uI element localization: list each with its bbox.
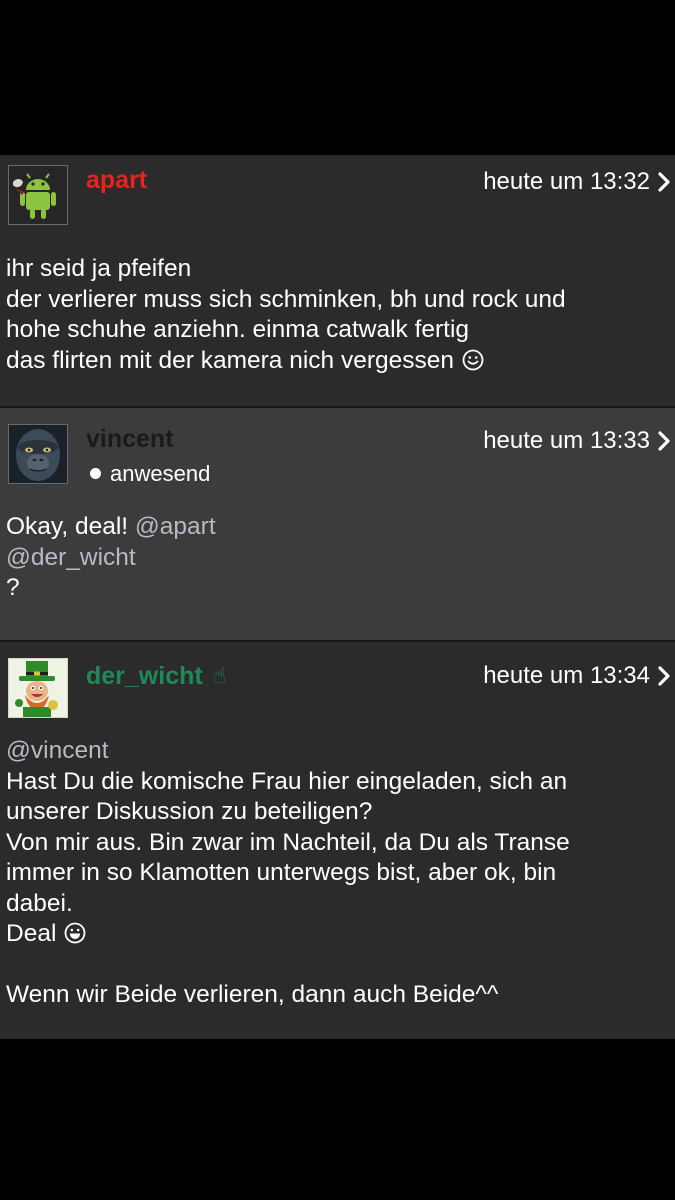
- status-label: anwesend: [110, 461, 211, 486]
- smiley-icon: [462, 349, 484, 371]
- comment-feed: apart heute um 13:32 ihr seid ja pfeifen…: [0, 155, 675, 1039]
- post-text-line: Okay, deal! @apart: [6, 512, 665, 543]
- post-text-line: @vincent: [6, 736, 665, 767]
- screen: apart heute um 13:32 ihr seid ja pfeifen…: [0, 0, 675, 1200]
- post-timestamp: heute um 13:33: [483, 427, 650, 454]
- mention-link[interactable]: @apart: [135, 513, 216, 540]
- avatar[interactable]: [8, 165, 68, 225]
- post-text-line: ihr seid ja pfeifen: [6, 255, 192, 282]
- post-text-line: Hast Du die komische Frau hier eingelade…: [6, 767, 568, 795]
- post-text: Deal: [6, 920, 57, 947]
- ape-face-icon: [9, 425, 67, 483]
- avatar[interactable]: [8, 424, 68, 484]
- post-body: @vincent Hast Du die komische Frau hier …: [6, 736, 665, 1011]
- comment-post: apart heute um 13:32 ihr seid ja pfeifen…: [0, 155, 675, 408]
- mention-link[interactable]: @der_wicht: [6, 544, 136, 571]
- post-timestamp: heute um 13:34: [483, 662, 650, 689]
- post-text-line: unserer Diskussion zu beteiligen?: [6, 798, 373, 825]
- post-text-line: Wenn wir Beide verlieren, dann auch Beid…: [6, 981, 499, 1008]
- post-timestamp: heute um 13:32: [483, 168, 650, 195]
- android-robot-icon: [9, 166, 67, 224]
- post-text: das flirten mit der kamera nich vergesse…: [6, 346, 454, 374]
- username[interactable]: apart: [86, 165, 147, 195]
- grin-icon: [64, 922, 86, 944]
- post-text-line-with-emoji: Deal: [6, 919, 665, 950]
- username[interactable]: vincent: [86, 424, 174, 454]
- post-text-line: ?: [6, 574, 20, 601]
- hand-icon: ☝: [212, 663, 227, 688]
- comment-post: vincent anwesend heute um 13:33 Okay, de…: [0, 408, 675, 642]
- post-text-line-with-emoji: das flirten mit der kamera nich vergesse…: [6, 346, 665, 377]
- comment-post: der_wicht ☝ heute um 13:34 @vincent Hast …: [0, 642, 675, 1039]
- post-text-line: immer in so Klamotten unterwegs bist, ab…: [6, 859, 557, 886]
- post-text-line: dabei.: [6, 889, 73, 917]
- post-text-line: @der_wicht: [6, 543, 665, 574]
- status-dot-icon: [90, 468, 101, 479]
- post-text-line: hohe schuhe anziehn. einma catwalk ferti…: [6, 316, 470, 343]
- online-status: anwesend: [90, 460, 210, 488]
- chevron-right-icon[interactable]: [657, 172, 671, 192]
- mention-link[interactable]: @vincent: [6, 737, 109, 764]
- post-text-line: der verlierer muss sich schminken, bh un…: [6, 285, 566, 313]
- username[interactable]: der_wicht ☝: [86, 661, 226, 691]
- chevron-right-icon[interactable]: [657, 666, 671, 686]
- chevron-right-icon[interactable]: [657, 431, 671, 451]
- username-text: der_wicht: [86, 662, 203, 690]
- post-body: ihr seid ja pfeifen der verlierer muss s…: [6, 254, 665, 376]
- leprechaun-icon: [9, 659, 67, 717]
- avatar[interactable]: [8, 658, 68, 718]
- post-text-line: Von mir aus. Bin zwar im Nachteil, da Du…: [6, 828, 570, 856]
- post-text: Okay, deal!: [6, 513, 135, 540]
- post-body: Okay, deal! @apart @der_wicht ?: [6, 512, 665, 604]
